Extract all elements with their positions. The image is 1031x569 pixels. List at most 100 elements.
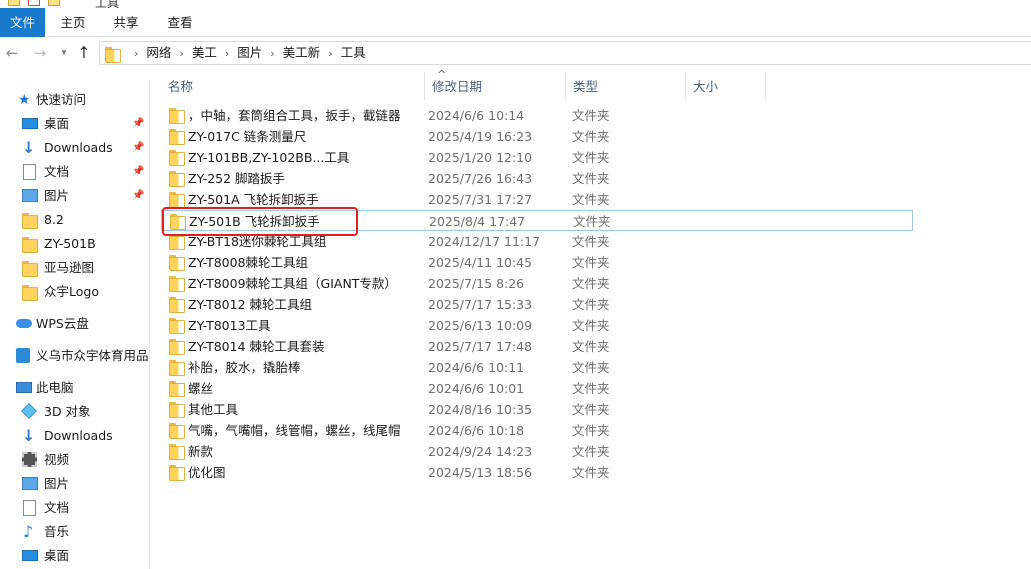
file-row[interactable]: 其他工具 2024/8/16 10:35 文件夹 — [161, 399, 913, 420]
pin-icon[interactable]: 📌 — [132, 112, 144, 136]
nav-item-downloads[interactable]: ↓ Downloads 📌 — [0, 136, 149, 160]
file-modified-date: 2024/6/6 10:18 — [428, 423, 525, 438]
folder-icon — [169, 296, 185, 313]
pin-icon[interactable]: 📌 — [132, 160, 144, 184]
breadcrumb-item[interactable]: 美工 — [192, 42, 217, 64]
file-row[interactable]: ZY-101BB,ZY-102BB...工具 2025/1/20 12:10 文件夹 — [161, 147, 913, 168]
recent-locations-button[interactable]: ▾ — [54, 42, 74, 64]
desktop-icon — [22, 118, 38, 129]
nav-item-recent[interactable]: 亚马逊图 — [0, 256, 149, 280]
up-button[interactable]: ↑ — [74, 42, 94, 64]
chevron-right-icon[interactable]: › — [328, 43, 332, 65]
nav-item-desktop[interactable]: 桌面 — [0, 544, 149, 568]
file-type: 文件夹 — [572, 171, 610, 186]
nav-item-recent[interactable]: ZY-501B — [0, 232, 149, 256]
file-row[interactable]: 优化图 2024/5/13 18:56 文件夹 — [161, 462, 913, 483]
folder-icon — [169, 422, 185, 439]
file-row[interactable]: ，中轴，套筒组合工具，扳手，截链器 2024/6/6 10:14 文件夹 — [161, 105, 913, 126]
folder-icon — [169, 275, 185, 292]
nav-label: ZY-501B — [44, 236, 96, 251]
file-name: ZY-017C 链条测量尺 — [188, 129, 307, 144]
nav-item-documents[interactable]: 文档 📌 — [0, 160, 149, 184]
pin-icon[interactable]: 📌 — [132, 136, 144, 160]
file-type: 文件夹 — [572, 402, 610, 417]
title-bar: 工具 — [0, 0, 1031, 10]
column-name[interactable]: 名称 — [161, 72, 425, 100]
download-icon: ↓ — [22, 138, 36, 157]
nav-item-wps[interactable]: WPS云盘 — [0, 312, 149, 336]
file-type: 文件夹 — [572, 339, 610, 354]
nav-quick-access[interactable]: ★ 快速访问 — [0, 88, 149, 112]
file-row[interactable]: 螺丝 2024/6/6 10:01 文件夹 — [161, 378, 913, 399]
file-row[interactable]: ZY-T8012 棘轮工具组 2025/7/17 15:33 文件夹 — [161, 294, 913, 315]
folder-icon — [169, 191, 185, 208]
address-bar[interactable]: › 网络 › 美工 › 图片 › 美工新 › 工具 — [99, 41, 1031, 65]
nav-label: 此电脑 — [36, 380, 74, 395]
column-modified[interactable]: 修改日期 — [425, 72, 566, 100]
nav-item-desktop[interactable]: 桌面 📌 — [0, 112, 149, 136]
breadcrumb-item[interactable]: 图片 — [237, 42, 262, 64]
tab-file[interactable]: 文件 — [0, 8, 45, 37]
chevron-right-icon[interactable]: › — [179, 43, 183, 65]
file-row[interactable]: ZY-252 脚踏扳手 2025/7/26 16:43 文件夹 — [161, 168, 913, 189]
nav-item-company[interactable]: 义乌市众宇体育用品有限公司 — [0, 344, 149, 368]
building-icon — [16, 348, 30, 363]
file-row[interactable]: ZY-T8014 棘轮工具套装 2025/7/17 17:48 文件夹 — [161, 336, 913, 357]
tab-view[interactable]: 查看 — [154, 8, 206, 37]
folder-icon — [169, 107, 185, 124]
nav-item-music[interactable]: ♪ 音乐 — [0, 520, 149, 544]
chevron-right-icon[interactable]: › — [225, 43, 229, 65]
file-row[interactable]: 气嘴，气嘴帽，线管帽，螺丝，线尾帽 2024/6/6 10:18 文件夹 — [161, 420, 913, 441]
file-row[interactable]: ZY-T8008棘轮工具组 2025/4/11 10:45 文件夹 — [161, 252, 913, 273]
pin-icon[interactable]: 📌 — [132, 184, 144, 208]
nav-item-3d-objects[interactable]: 3D 对象 — [0, 400, 149, 424]
tab-share[interactable]: 共享 — [100, 8, 152, 37]
quick-access-icon[interactable] — [8, 0, 20, 6]
chevron-right-icon[interactable]: › — [270, 43, 274, 65]
breadcrumb-item[interactable]: 美工新 — [283, 42, 321, 64]
pictures-icon — [22, 477, 38, 490]
column-size[interactable]: 大小 — [686, 72, 766, 100]
nav-label: 文档 — [44, 500, 70, 515]
cloud-icon — [16, 319, 32, 328]
nav-label: 8.2 — [44, 212, 64, 227]
file-row[interactable]: 新款 2024/9/24 14:23 文件夹 — [161, 441, 913, 462]
forward-button[interactable]: → — [30, 42, 50, 64]
breadcrumb-item-current[interactable]: 工具 — [341, 42, 366, 64]
nav-item-recent[interactable]: 众宇Logo — [0, 280, 149, 304]
folder-icon — [22, 260, 38, 277]
nav-label: 快速访问 — [36, 92, 87, 107]
nav-label: 义乌市众宇体育用品有限公司 — [36, 348, 149, 363]
file-row[interactable]: ZY-T8013工具 2025/6/13 10:09 文件夹 — [161, 315, 913, 336]
nav-label: 桌面 — [44, 548, 70, 563]
nav-item-this-pc[interactable]: 此电脑 — [0, 376, 149, 400]
tab-home[interactable]: 主页 — [48, 8, 98, 37]
folder-icon — [22, 212, 38, 229]
file-name: ZY-101BB,ZY-102BB...工具 — [188, 150, 350, 165]
desktop-icon — [22, 550, 38, 561]
nav-item-videos[interactable]: 视频 — [0, 448, 149, 472]
column-header: ^ 名称 修改日期 类型 大小 — [151, 68, 1031, 100]
nav-item-documents[interactable]: 文档 — [0, 496, 149, 520]
file-row[interactable]: ZY-T8009棘轮工具组（GIANT专款） 2025/7/15 8:26 文件夹 — [161, 273, 913, 294]
file-modified-date: 2025/7/17 17:48 — [428, 339, 533, 354]
nav-item-downloads[interactable]: ↓ Downloads — [0, 424, 149, 448]
properties-icon[interactable] — [28, 0, 40, 6]
nav-item-recent[interactable]: 8.2 — [0, 208, 149, 232]
new-folder-icon[interactable] — [48, 0, 60, 6]
file-name: 优化图 — [188, 465, 226, 480]
file-type: 文件夹 — [572, 360, 610, 375]
file-row[interactable]: ZY-017C 链条测量尺 2025/4/19 16:23 文件夹 — [161, 126, 913, 147]
folder-icon — [22, 236, 38, 253]
folder-icon — [22, 284, 38, 301]
chevron-right-icon[interactable]: › — [134, 43, 138, 65]
computer-icon — [16, 382, 32, 393]
file-row[interactable]: 补胎，胶水，撬胎棒 2024/6/6 10:11 文件夹 — [161, 357, 913, 378]
breadcrumb-item[interactable]: 网络 — [146, 42, 171, 64]
nav-item-pictures[interactable]: 图片 📌 — [0, 184, 149, 208]
folder-icon — [169, 170, 185, 187]
back-button[interactable]: ← — [2, 42, 22, 64]
column-type[interactable]: 类型 — [566, 72, 686, 100]
nav-item-pictures[interactable]: 图片 — [0, 472, 149, 496]
folder-icon — [169, 464, 185, 481]
